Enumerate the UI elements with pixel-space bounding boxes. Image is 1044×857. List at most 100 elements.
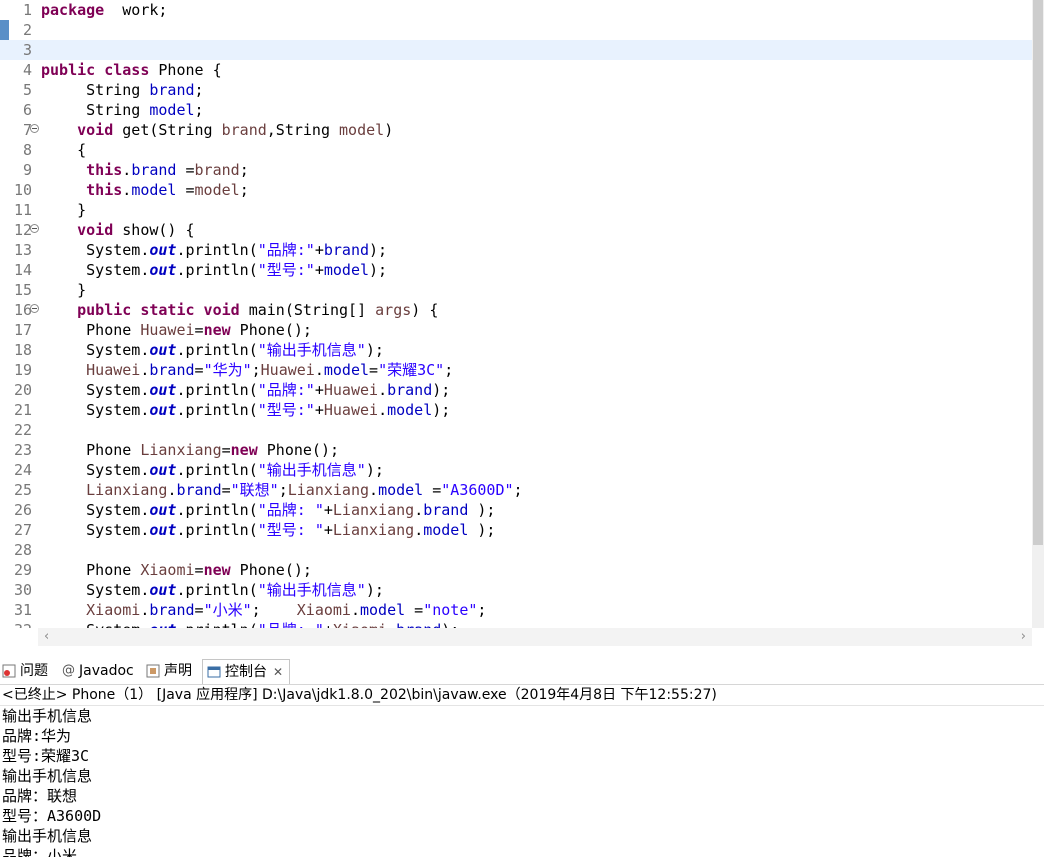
code-line[interactable]: 30 System.out.println("输出手机信息");: [0, 580, 1032, 600]
code-line[interactable]: 28: [0, 540, 1032, 560]
fold-toggle-icon[interactable]: [30, 124, 39, 133]
code-token: brand: [423, 501, 469, 519]
scroll-left-icon[interactable]: ‹: [44, 628, 49, 646]
code-token: .: [350, 601, 360, 619]
code-text: }: [41, 200, 86, 220]
code-line[interactable]: 2: [0, 20, 1032, 40]
code-token: System.: [41, 401, 150, 419]
code-area[interactable]: 1 package work; 2 3 4 public class Phone {5 S…: [0, 0, 1032, 628]
code-line[interactable]: 21 System.out.println("型号:"+Huawei.model…: [0, 400, 1032, 420]
code-line[interactable]: 3: [0, 40, 1032, 60]
code-line[interactable]: 4 public class Phone {: [0, 60, 1032, 80]
code-line[interactable]: 15 }: [0, 280, 1032, 300]
code-token: model: [323, 261, 370, 279]
code-token: =: [423, 481, 442, 499]
code-line[interactable]: 29 Phone Xiaomi=new Phone();: [0, 560, 1032, 580]
code-token: .: [122, 181, 132, 199]
code-token: =: [194, 601, 204, 619]
code-text: {: [41, 140, 86, 160]
code-token: Xiaomi: [140, 561, 195, 579]
tab-console[interactable]: 控制台 ✕: [202, 659, 291, 684]
code-line[interactable]: 27 System.out.println("型号: "+Lianxiang.m…: [0, 520, 1032, 540]
code-line[interactable]: 20 System.out.println("品牌:"+Huawei.brand…: [0, 380, 1032, 400]
code-line[interactable]: 6 String model;: [0, 100, 1032, 120]
code-token: ,String: [266, 121, 340, 139]
code-token: );: [365, 461, 384, 479]
code-line[interactable]: 25 Lianxiang.brand="联想";Lianxiang.model …: [0, 480, 1032, 500]
code-token: Huawei: [323, 401, 379, 419]
tab-declaration[interactable]: 声明: [146, 659, 192, 683]
code-token: show() {: [113, 221, 195, 239]
fold-toggle-icon[interactable]: [30, 224, 39, 233]
code-line[interactable]: 11 }: [0, 200, 1032, 220]
code-line[interactable]: 8 {: [0, 140, 1032, 160]
code-line[interactable]: 22: [0, 420, 1032, 440]
code-text: System.out.println("品牌:"+Huawei.brand);: [41, 380, 450, 400]
code-text: String brand;: [41, 80, 203, 100]
tab-javadoc-label: Javadoc: [79, 663, 134, 679]
code-token: brand: [149, 81, 195, 99]
horizontal-scrollbar[interactable]: ‹ ›: [38, 628, 1032, 646]
code-line[interactable]: 32 System.out.println("品牌: "+Xiaomi.bran…: [0, 620, 1032, 628]
line-number: 11: [13, 201, 32, 219]
code-line[interactable]: 13 System.out.println("品牌:"+brand);: [0, 240, 1032, 260]
code-token: out: [149, 521, 177, 539]
code-text: Phone Huawei=new Phone();: [41, 320, 312, 340]
code-token: System.: [41, 241, 150, 259]
fold-toggle-icon[interactable]: [30, 304, 39, 313]
vertical-scrollbar[interactable]: [1032, 0, 1044, 628]
code-text: Xiaomi.brand="小米"; Xiaomi.model ="note";: [41, 600, 486, 620]
vertical-scrollbar-thumb[interactable]: [1033, 0, 1043, 545]
code-line[interactable]: 7 void get(String brand,String model): [0, 120, 1032, 140]
code-editor[interactable]: 1 package work; 2 3 4 public class Phone {5 S…: [0, 0, 1044, 628]
code-token: "品牌:": [257, 381, 315, 399]
code-token: Huawei: [260, 361, 315, 379]
code-token: new: [203, 561, 231, 579]
code-text: void show() {: [41, 220, 195, 240]
console-header: <已终止> Phone（1） [Java 应用程序] D:\Java\jdk1.…: [0, 685, 1044, 706]
code-line[interactable]: 24 System.out.println("输出手机信息");: [0, 460, 1032, 480]
line-number: 25: [13, 481, 32, 499]
code-token: );: [432, 381, 451, 399]
code-token: out: [149, 401, 177, 419]
code-line[interactable]: 18 System.out.println("输出手机信息");: [0, 340, 1032, 360]
code-token: out: [149, 381, 177, 399]
code-token: {: [41, 141, 87, 159]
code-line[interactable]: 23 Phone Lianxiang=new Phone();: [0, 440, 1032, 460]
code-text: System.out.println("品牌: "+Xiaomi.brand);: [41, 620, 459, 628]
code-token: +: [314, 401, 324, 419]
scroll-right-icon[interactable]: ›: [1021, 628, 1026, 646]
code-token: out: [149, 621, 176, 628]
code-token: ;: [239, 181, 249, 199]
code-token: get(String: [113, 121, 222, 139]
code-line[interactable]: 26 System.out.println("品牌: "+Lianxiang.b…: [0, 500, 1032, 520]
close-icon[interactable]: ✕: [273, 665, 283, 679]
tab-javadoc[interactable]: @ Javadoc: [62, 659, 134, 683]
code-line[interactable]: 10 this.model =model;: [0, 180, 1032, 200]
code-line[interactable]: 17 Phone Huawei=new Phone();: [0, 320, 1032, 340]
code-token: .: [314, 361, 324, 379]
code-line[interactable]: 14 System.out.println("型号:"+model);: [0, 260, 1032, 280]
code-token: ;: [194, 101, 204, 119]
code-token: Phone: [41, 441, 141, 459]
code-line[interactable]: 1 package work;: [0, 0, 1032, 20]
code-token: "输出手机信息": [257, 341, 366, 359]
console-output[interactable]: 输出手机信息 品牌:华为 型号:荣耀3C 输出手机信息 品牌：联想 型号：A3600D 输出…: [2, 706, 1042, 857]
code-text: Phone Lianxiang=new Phone();: [41, 440, 339, 460]
code-line[interactable]: 16 public static void main(String[] args…: [0, 300, 1032, 320]
code-line[interactable]: 12 void show() {: [0, 220, 1032, 240]
code-line[interactable]: 5 String brand;: [0, 80, 1032, 100]
tab-problems[interactable]: 问题: [2, 659, 48, 683]
code-token: .println(: [176, 341, 258, 359]
code-line[interactable]: 19 Huawei.brand="华为";Huawei.model="荣耀3C"…: [0, 360, 1032, 380]
code-line[interactable]: 31 Xiaomi.brand="小米"; Xiaomi.model ="not…: [0, 600, 1032, 620]
code-line[interactable]: 9 this.brand =brand;: [0, 160, 1032, 180]
code-token: =: [221, 441, 231, 459]
line-number: 24: [13, 461, 32, 479]
code-token: String: [41, 81, 150, 99]
code-token: =: [221, 481, 231, 499]
code-token: Phone: [41, 321, 141, 339]
console-line: 输出手机信息: [2, 707, 93, 725]
